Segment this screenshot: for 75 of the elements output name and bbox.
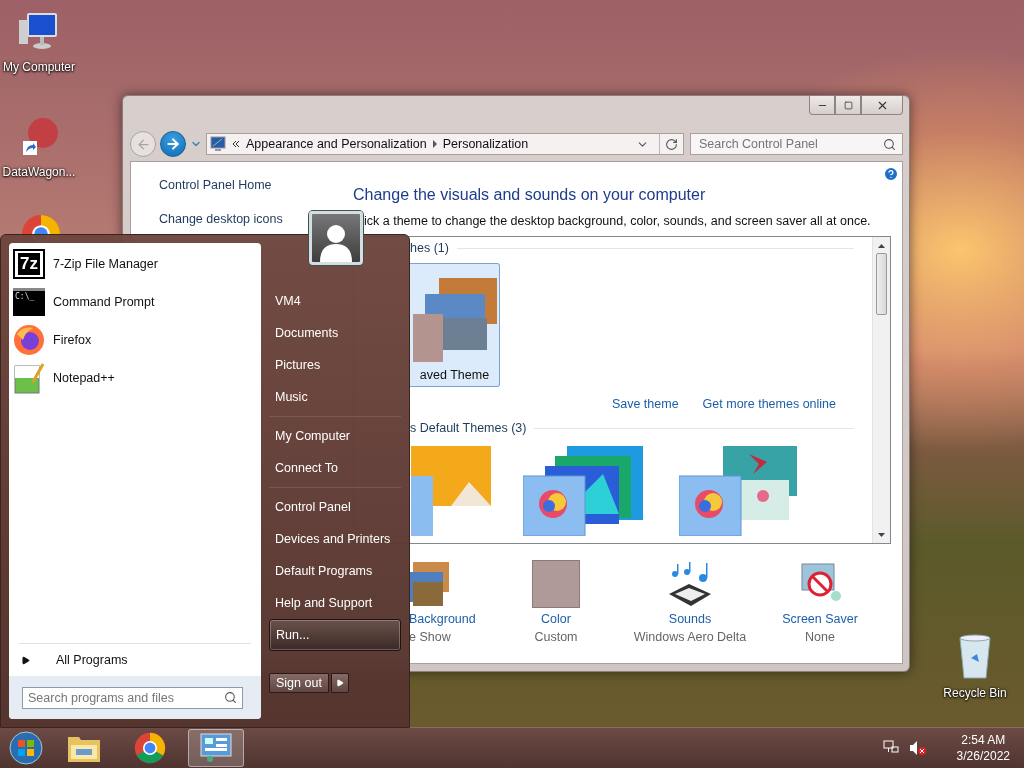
logo-text: 7z — [18, 253, 40, 275]
color-swatch[interactable] — [532, 560, 580, 608]
address-bar[interactable]: Appearance and Personalization Personalization — [206, 133, 684, 155]
setting-value: None — [805, 630, 835, 644]
search-field[interactable]: Search programs and files — [22, 686, 243, 709]
setting-link[interactable]: Screen Saver — [782, 612, 858, 626]
forward-button[interactable] — [160, 131, 186, 157]
start-menu-item[interactable]: Help and Support — [269, 587, 401, 619]
start-menu-item[interactable]: Default Programs — [269, 555, 401, 587]
desktop-icon-label[interactable]: My Computer — [3, 60, 75, 74]
start-menu-item[interactable]: Connect To — [269, 452, 401, 484]
fox-globe-icon — [13, 324, 45, 356]
scrollbar[interactable] — [872, 237, 890, 543]
shutdown-options-button[interactable] — [330, 673, 349, 693]
search-icon — [883, 137, 896, 151]
section-title: s Default Themes (3) — [410, 421, 527, 435]
clock[interactable]: 2:54 AM 3/26/2022 — [956, 733, 1010, 763]
start-menu-item[interactable]: My Computer — [269, 420, 401, 452]
theme-link[interactable]: Get more themes online — [702, 397, 836, 411]
start-menu-item[interactable]: Music — [269, 381, 401, 413]
setting-link[interactable]: Sounds — [668, 612, 712, 626]
program-item[interactable]: C:\_ Command Prompt — [9, 283, 261, 321]
program-item[interactable]: Notepad++ — [9, 359, 261, 397]
setting-value: Custom — [534, 630, 578, 644]
maximize-icon — [843, 100, 853, 110]
control-panel-icon — [200, 733, 232, 763]
start-button[interactable] — [6, 729, 46, 767]
setting-value: Windows Aero Delta — [633, 630, 747, 644]
maximize-button[interactable] — [835, 96, 861, 115]
double-chevron-icon — [232, 140, 240, 148]
minimize-button[interactable] — [809, 96, 835, 115]
refresh-icon — [665, 137, 678, 151]
scroll-thumb[interactable] — [876, 253, 887, 315]
start-menu-item[interactable]: Pictures — [269, 349, 401, 381]
breadcrumb-arrow-icon — [432, 140, 437, 148]
triangle-right-icon — [21, 655, 30, 665]
muted-speaker-icon[interactable] — [908, 740, 927, 756]
monitor-icon — [210, 136, 226, 152]
notepad-icon — [13, 362, 45, 394]
triangle-right-icon — [335, 679, 344, 687]
search-field[interactable]: Search Control Panel — [690, 133, 903, 155]
nav-link[interactable]: Control Panel Home — [159, 178, 272, 192]
page-description: ick a theme to change the desktop background, color, sounds, and screen saver all at once. — [364, 214, 872, 228]
help-icon[interactable] — [883, 166, 899, 182]
console-text: C:\_ — [15, 292, 35, 301]
taskbar-app-button[interactable] — [188, 729, 244, 767]
program-item[interactable]: 7z 7-Zip File Manager — [9, 245, 261, 283]
network-icon[interactable] — [882, 740, 899, 756]
theme-tile[interactable] — [410, 443, 492, 537]
desktop-icon-label[interactable]: DataWagon... — [2, 165, 76, 179]
theme-link[interactable]: Save theme — [611, 397, 679, 411]
theme-tile[interactable]: aved Theme — [410, 263, 500, 387]
breadcrumb[interactable]: Appearance and Personalization — [246, 137, 427, 151]
setting-link[interactable]: Background — [409, 612, 476, 626]
start-menu-item[interactable]: Devices and Printers — [269, 523, 401, 555]
close-button[interactable] — [861, 96, 903, 115]
nav-link[interactable]: Change desktop icons — [159, 212, 283, 226]
sign-out-button[interactable]: Sign out — [269, 673, 329, 693]
section-title: hes (1) — [410, 241, 449, 255]
start-menu-item[interactable]: Control Panel — [269, 491, 401, 523]
start-menu-item[interactable]: VM4 — [269, 285, 401, 317]
forward-arrow-icon — [165, 136, 181, 152]
start-menu-item[interactable]: Documents — [269, 317, 401, 349]
chrome-icon — [134, 732, 166, 764]
user-avatar[interactable] — [309, 211, 363, 265]
desktop-icon-label[interactable]: Recycle Bin — [943, 686, 1007, 700]
breadcrumb[interactable]: Personalization — [442, 137, 529, 151]
scroll-up-icon[interactable] — [877, 242, 886, 250]
program-item[interactable]: Firefox — [9, 321, 261, 359]
scroll-down-icon[interactable] — [877, 531, 886, 539]
page-heading: Change the visuals and sounds on your computer — [353, 186, 706, 204]
setting-value: e Show — [409, 630, 451, 644]
setting-link[interactable]: Color — [541, 612, 571, 626]
start-menu-item[interactable]: Run... — [269, 619, 401, 651]
search-icon — [224, 691, 237, 704]
